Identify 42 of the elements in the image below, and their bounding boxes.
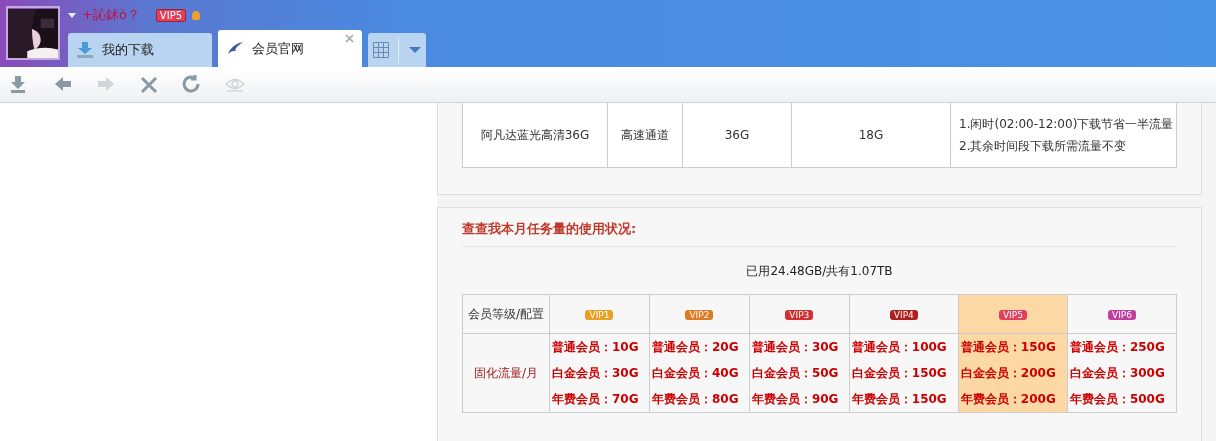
note-text: 2.其余时间段下载所需流量不变 bbox=[959, 138, 1128, 155]
quota-text: 白金会员：50G bbox=[751, 365, 840, 382]
tab[interactable]: 会员官网 bbox=[218, 30, 362, 67]
quota-text: 普通会员：100G bbox=[851, 339, 948, 356]
tab-menu-button[interactable] bbox=[368, 33, 426, 67]
quota-text: 白金会员：200G bbox=[960, 365, 1057, 382]
table-cell: 高速通道 bbox=[607, 103, 683, 168]
vip-badge: VIP5 bbox=[155, 8, 187, 22]
usage-summary: 已用24.48GB/共有1.07TB bbox=[745, 263, 894, 280]
quota-text: 年费会员：90G bbox=[751, 391, 840, 408]
quota-text: 普通会员：150G bbox=[960, 339, 1057, 356]
quota-text: 白金会员：40G bbox=[651, 365, 740, 382]
vip-badge: VIP1 bbox=[585, 310, 614, 320]
caret-icon[interactable] bbox=[409, 47, 422, 53]
quota-text: 年费会员：80G bbox=[651, 391, 740, 408]
tab[interactable]: 我的下载 bbox=[68, 33, 212, 67]
grid-icon bbox=[372, 42, 389, 58]
quota-text: 普通会员：10G bbox=[552, 339, 640, 356]
vip-badge: VIP6 bbox=[1107, 310, 1136, 320]
table-cell: 固化流量/月 bbox=[462, 333, 550, 413]
table-cell: 36G bbox=[682, 103, 792, 168]
vip-badge: VIP5 bbox=[998, 310, 1027, 320]
table-cell: 会员等级/配置 bbox=[462, 294, 550, 334]
vip-badge: VIP3 bbox=[785, 310, 814, 320]
quota-text: 普通会员：20G bbox=[651, 339, 740, 356]
quota-text: 白金会员：300G bbox=[1069, 365, 1166, 382]
quota-text: 普通会员：250G bbox=[1069, 339, 1166, 356]
table-cell: 18G bbox=[791, 103, 951, 168]
vip-badge: VIP2 bbox=[685, 310, 714, 320]
section-title: 查查我本月任务量的使用状况: bbox=[462, 208, 1177, 247]
quota-text: 白金会员：150G bbox=[851, 365, 948, 382]
quota-text: 年费会员：150G bbox=[851, 391, 948, 408]
quota-text: 白金会员：30G bbox=[552, 365, 640, 382]
quota-text: 年费会员：200G bbox=[960, 391, 1057, 408]
table-cell: 阿凡达蓝光高清36G bbox=[462, 103, 608, 168]
quota-text: 年费会员：500G bbox=[1069, 391, 1166, 408]
quota-text: 年费会员：70G bbox=[552, 391, 640, 408]
vip-badge: VIP4 bbox=[889, 310, 918, 320]
close-icon[interactable] bbox=[345, 34, 354, 43]
quota-text: 普通会员：30G bbox=[751, 339, 840, 356]
download-icon bbox=[76, 41, 94, 59]
note-text: 1.闲时(02:00-12:00)下载节省一半流量 bbox=[959, 116, 1175, 133]
